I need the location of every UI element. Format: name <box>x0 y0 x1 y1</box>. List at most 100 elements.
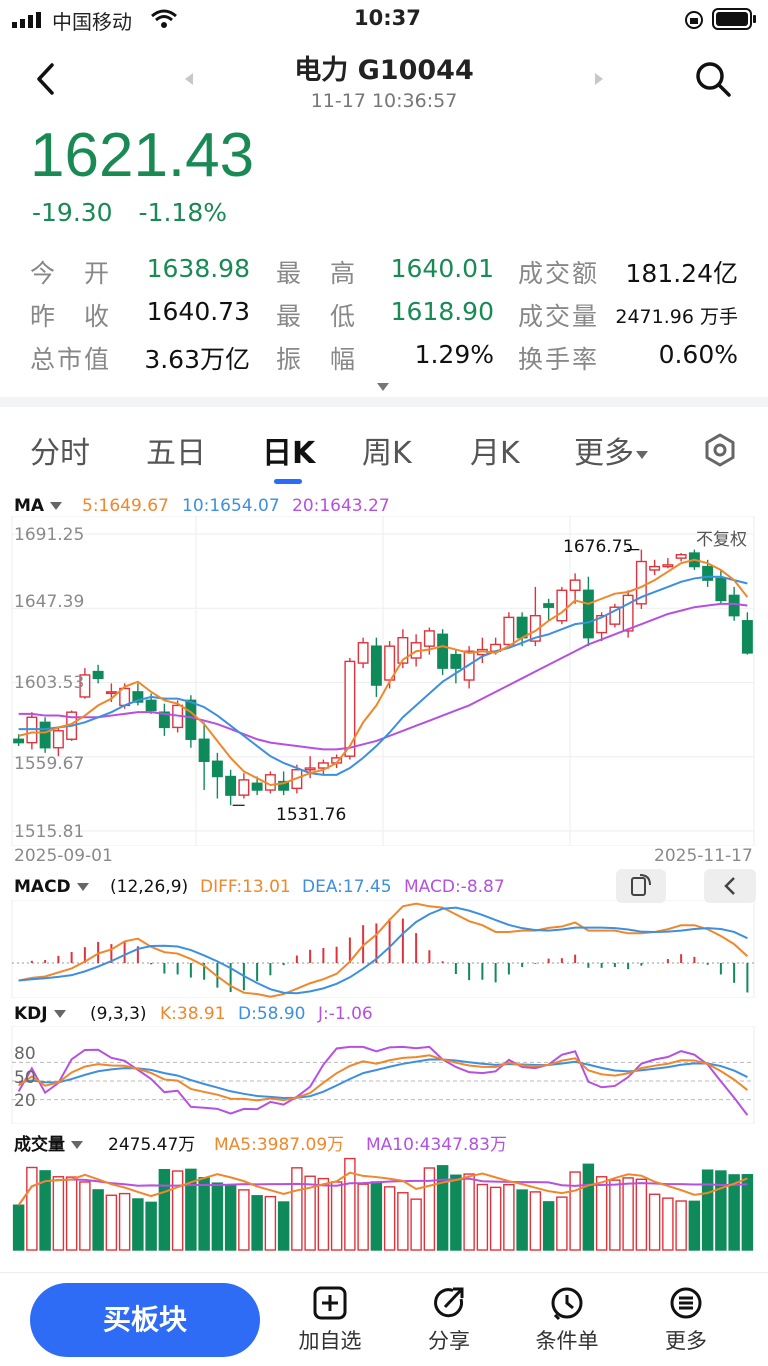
candle <box>39 721 51 749</box>
macd-chart[interactable] <box>0 900 768 998</box>
price-axis-label: 1603.53 <box>14 673 85 693</box>
kline-chart[interactable] <box>0 516 768 846</box>
candle <box>251 782 263 791</box>
tab-3[interactable]: 周K <box>362 428 412 472</box>
volume-bar <box>701 1169 714 1251</box>
volume-chart[interactable] <box>0 1150 768 1254</box>
candle <box>556 589 568 622</box>
ma-tag: MA <box>14 496 45 516</box>
ma20-legend: 20:1643.27 <box>292 496 390 516</box>
date-axis-start: 2025-09-01 <box>14 846 113 866</box>
dropdown-icon <box>53 1010 66 1018</box>
fuquan-toggle[interactable]: 不复权 <box>696 525 747 550</box>
volume-bar <box>132 1198 144 1251</box>
dropdown-icon <box>71 1141 83 1149</box>
dea-line <box>18 906 748 995</box>
candle <box>649 565 661 571</box>
candle <box>675 554 687 559</box>
volume-bar <box>688 1200 701 1251</box>
stat-label: 总市值 <box>30 345 112 374</box>
kdj-axis-label: 20 <box>14 1091 36 1111</box>
volume-bar <box>622 1177 634 1251</box>
volume-bar <box>79 1181 91 1251</box>
kdj-d-line <box>18 1058 748 1099</box>
rotate-icon <box>631 874 651 896</box>
tab-2[interactable]: 日K <box>262 428 315 472</box>
tab-1[interactable]: 五日 <box>146 428 206 472</box>
expand-stats-icon[interactable] <box>376 382 390 392</box>
macd-diff: DIFF:13.01 <box>200 877 291 897</box>
candle <box>582 589 594 639</box>
ma-indicator-selector[interactable]: MA <box>14 496 63 516</box>
stat-label: 最 低 <box>276 302 358 331</box>
candle <box>92 670 104 680</box>
search-icon[interactable] <box>694 60 732 98</box>
volume-bar <box>450 1174 462 1251</box>
candle <box>105 691 117 695</box>
macd-params: (12,26,9) <box>110 877 189 897</box>
menu-icon <box>670 1287 702 1319</box>
volume-bar <box>556 1196 568 1251</box>
volume-bar <box>171 1170 184 1251</box>
kdj-j: J:-1.06 <box>318 1004 373 1024</box>
tab-5[interactable]: 更多 <box>574 428 648 472</box>
price-axis-label: 1691.25 <box>14 525 85 545</box>
settings-icon[interactable] <box>702 432 738 468</box>
volume-bar <box>224 1184 237 1251</box>
orientation-lock-icon <box>685 11 703 29</box>
next-stock-icon[interactable] <box>594 72 604 86</box>
stat-label: 成交量 <box>518 302 600 331</box>
stat-value: 2471.96 万手 <box>615 306 738 328</box>
candle <box>238 779 250 796</box>
candle <box>437 633 449 669</box>
quote-datetime: 11-17 10:36:57 <box>310 90 458 112</box>
volume-bar <box>595 1176 608 1251</box>
low-annotation: 1531.76 <box>276 805 347 825</box>
tab-0[interactable]: 分时 <box>30 428 90 472</box>
diff-line <box>18 902 749 998</box>
buy-sector-button[interactable]: 买板块 <box>30 1283 260 1357</box>
candle <box>304 767 316 771</box>
volume-bar <box>410 1198 422 1251</box>
volume-bar <box>741 1174 754 1251</box>
candle <box>145 699 157 712</box>
candle <box>516 616 528 639</box>
status-time: 10:37 <box>354 6 421 30</box>
chevron-left-icon <box>724 877 735 895</box>
more-button[interactable]: 更多 <box>636 1285 736 1355</box>
status-bar: 中国移动 10:37 <box>0 0 768 40</box>
conditional-order-label: 条件单 <box>535 1329 599 1353</box>
add-watchlist-button[interactable]: 加自选 <box>280 1285 380 1355</box>
kdj-selector[interactable]: KDJ <box>14 1004 66 1024</box>
stat-value: 0.60% <box>658 340 738 369</box>
candle <box>13 738 25 744</box>
collapse-button[interactable] <box>704 869 756 903</box>
candle <box>715 577 727 602</box>
rotate-button[interactable] <box>616 869 666 903</box>
kdj-chart[interactable] <box>0 1026 768 1124</box>
candle <box>211 760 223 778</box>
add-watchlist-label: 加自选 <box>298 1329 362 1353</box>
ma10-legend: 10:1654.07 <box>182 496 280 516</box>
candle <box>503 616 515 646</box>
volume-bar <box>52 1176 65 1251</box>
tab-4[interactable]: 月K <box>470 428 520 472</box>
volume-bar <box>569 1171 581 1251</box>
macd-selector[interactable]: MACD <box>14 877 89 897</box>
conditional-order-button[interactable]: 条件单 <box>517 1285 617 1355</box>
share-button[interactable]: 分享 <box>399 1285 499 1355</box>
macd-value: MACD:-8.87 <box>404 877 505 897</box>
clock-icon <box>551 1287 583 1321</box>
volume-bar <box>92 1189 104 1251</box>
dropdown-icon <box>50 502 63 510</box>
kdj-axis-label: 80 <box>14 1044 36 1064</box>
volume-bar <box>476 1183 489 1251</box>
stat-value: 3.63万亿 <box>144 345 250 374</box>
volume-bar <box>65 1176 78 1251</box>
volume-bar <box>105 1194 118 1251</box>
share-label: 分享 <box>428 1329 470 1353</box>
volume-bar <box>26 1166 38 1251</box>
volume-bar <box>609 1179 621 1251</box>
candle <box>450 653 462 669</box>
kdj-axis-label: 50 <box>14 1068 36 1088</box>
